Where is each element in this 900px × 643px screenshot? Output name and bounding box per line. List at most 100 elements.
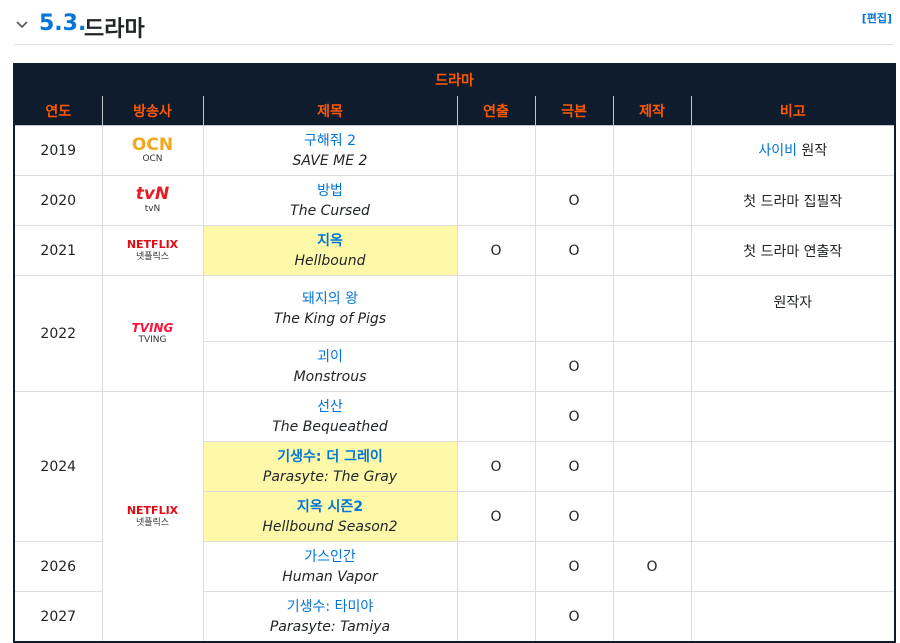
note-cell [690,341,896,392]
title-link[interactable]: 기생수: 더 그레이 [204,447,457,467]
note-cell: 첫 드라마 집필작 [690,175,896,226]
network-cell: tvN tvN [101,175,204,226]
directing-cell [456,125,536,176]
title-cell: 기생수: 타미야 Parasyte: Tamiya [202,591,458,643]
directing-cell: O [456,225,536,276]
title-link[interactable]: 기생수: 타미야 [204,597,457,617]
netflix-logo[interactable]: NETFLIX [127,504,178,517]
table-row: 2020 tvN tvN 방법 The Cursed O 첫 드라마 집필작 [13,175,896,226]
title-link[interactable]: 방법 [204,181,457,201]
title-cell: 선산 The Bequeathed [202,391,458,442]
header-title: 제목 [202,95,458,126]
header-writing: 극본 [534,95,614,126]
netflix-logo[interactable]: NETFLIX [127,238,178,251]
network-label: 넷플릭스 [135,517,170,528]
section-title: 드라마 [84,17,145,42]
section-heading: 5.3. 드라마 [편집] [14,8,894,45]
header-directing: 연출 [456,95,536,126]
title-link[interactable]: 지옥 [204,231,457,251]
english-title: SAVE ME 2 [292,152,368,169]
network-label: tvN [144,204,161,214]
year-cell: 2027 [13,591,103,643]
production-cell [612,391,692,442]
year-cell: 2021 [13,225,103,276]
writing-cell: O [534,341,614,392]
section-number: 5.3. [39,11,87,36]
table-caption: 드라마 [13,63,896,96]
title-link[interactable]: 선산 [204,397,457,417]
title-cell: 돼지의 왕 The King of Pigs [202,275,458,342]
note-cell [690,491,896,542]
english-title: The Bequeathed [272,418,388,435]
year-cell: 2024 [13,391,103,542]
network-cell: OCN OCN [101,125,204,176]
network-cell: NETFLIX 넷플릭스 [101,391,204,643]
title-link[interactable]: 지옥 시즌2 [204,497,457,517]
english-title: Monstrous [293,368,367,385]
directing-cell [456,275,536,342]
writing-cell [534,125,614,176]
writing-cell: O [534,391,614,442]
directing-cell [456,341,536,392]
network-cell: NETFLIX 넷플릭스 [101,225,204,276]
table-row: 2022 TVING TVING 돼지의 왕 The King of Pigs 원작… [13,275,896,392]
writing-cell: O [534,225,614,276]
english-title: Parasyte: The Gray [262,468,398,485]
production-cell: O [612,541,692,592]
note-cell: 원작자 [690,275,896,342]
title-link[interactable]: 구해줘 2 [204,131,457,151]
production-cell [612,341,692,392]
production-cell [612,591,692,643]
english-title: Human Vapor [282,568,378,585]
english-title: Hellbound Season2 [262,518,398,535]
production-cell [612,491,692,542]
ocn-logo[interactable]: OCN [132,136,173,153]
title-cell: 지옥 시즌2 Hellbound Season2 [202,491,458,542]
title-cell: 방법 The Cursed [202,175,458,226]
writing-cell: O [534,441,614,492]
table-row: 2021 NETFLIX 넷플릭스 지옥 Hellbound O O 첫 드라마 연… [13,225,896,276]
english-title: Hellbound [294,252,366,269]
year-cell: 2026 [13,541,103,592]
production-cell [612,225,692,276]
title-cell: 가스인간 Human Vapor [202,541,458,592]
drama-table: 드라마 연도 방송사 제목 연출 극본 제작 비고 2019 OCN OCN 구해… [13,63,897,643]
writing-cell: O [534,175,614,226]
network-label: 넷플릭스 [135,251,170,262]
english-title: The Cursed [290,202,370,219]
directing-cell [456,175,536,226]
table-row: 2024 NETFLIX 넷플릭스 선산 The Bequeathed O [13,391,896,643]
note-cell [690,391,896,442]
writing-cell [534,275,614,342]
title-cell: 괴이 Monstrous [202,341,458,392]
note-cell [690,441,896,492]
header-note: 비고 [690,95,896,126]
title-link[interactable]: 돼지의 왕 [204,289,457,309]
chevron-down-icon[interactable] [14,17,30,33]
year-cell: 2019 [13,125,103,176]
note-link[interactable]: 사이비 [758,143,797,159]
title-cell: 기생수: 더 그레이 Parasyte: The Gray [202,441,458,492]
production-cell [612,175,692,226]
title-link[interactable]: 가스인간 [204,547,457,567]
production-cell [612,275,692,342]
writing-cell: O [534,591,614,643]
table-row: 2019 OCN OCN 구해줘 2 SAVE ME 2 사이비 원작 [13,125,896,176]
note-cell [690,591,896,643]
year-cell: 2022 [13,275,103,392]
title-cell: 지옥 Hellbound [202,225,458,276]
tving-logo[interactable]: TVING [132,322,174,334]
directing-cell [456,591,536,643]
production-cell [612,441,692,492]
directing-cell: O [456,441,536,492]
directing-cell [456,391,536,442]
directing-cell: O [456,491,536,542]
writing-cell: O [534,541,614,592]
writing-cell: O [534,491,614,542]
tvn-logo[interactable]: tvN [136,186,169,203]
note-cell [690,541,896,592]
note-cell: 첫 드라마 연출작 [690,225,896,276]
edit-link[interactable]: [편집] [862,10,892,26]
note-cell: 사이비 원작 [690,125,896,176]
title-link[interactable]: 괴이 [204,347,457,367]
